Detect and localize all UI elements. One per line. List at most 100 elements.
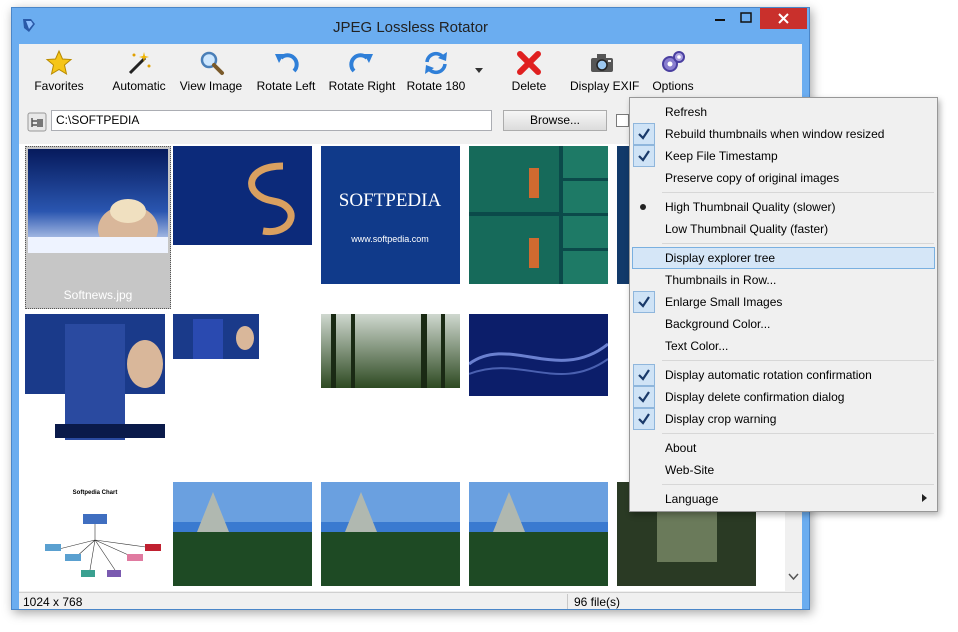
menu-item-preserve-copy[interactable]: Preserve copy of original images: [632, 167, 935, 189]
menu-item-label: Rebuild thumbnails when window resized: [665, 127, 885, 141]
display-exif-button[interactable]: Display EXIF: [570, 47, 640, 95]
maximize-button[interactable]: [733, 8, 759, 29]
rotate-left-label: Rotate Left: [256, 79, 316, 93]
menu-item-label: Display delete confirmation dialog: [665, 390, 845, 404]
rotate-180-button[interactable]: Rotate 180: [403, 47, 469, 95]
menu-item-label: Enlarge Small Images: [665, 295, 783, 309]
thumbnail-image: [469, 314, 608, 396]
thumbnail-image: [25, 314, 165, 450]
thumbnail-cell[interactable]: Softnews.jpg: [25, 146, 171, 309]
menu-separator: [662, 433, 934, 434]
view-image-button[interactable]: View Image: [179, 47, 243, 95]
favorites-label: Favorites: [34, 79, 84, 93]
title-bar[interactable]: JPEG Lossless Rotator: [12, 8, 809, 44]
folder-tree-icon[interactable]: [27, 112, 47, 132]
menu-item-about[interactable]: About: [632, 437, 935, 459]
rotate-180-icon: [425, 51, 447, 75]
menu-separator: [662, 360, 934, 361]
menu-item-delete-confirmation[interactable]: Display delete confirmation dialog: [632, 386, 935, 408]
thumbnail-cell[interactable]: [469, 314, 615, 477]
menu-item-enlarge-small-images[interactable]: Enlarge Small Images: [632, 291, 935, 313]
status-file-count: 96 file(s): [574, 595, 621, 609]
thumbnail-image: [28, 149, 168, 253]
rotate-right-icon: [349, 53, 373, 73]
delete-x-icon: [517, 51, 541, 75]
automatic-button[interactable]: Automatic: [108, 47, 170, 95]
thumbnail-cell[interactable]: [469, 146, 615, 309]
menu-item-crop-warning[interactable]: Display crop warning: [632, 408, 935, 430]
menu-separator: [662, 243, 934, 244]
status-bar: 1024 x 768 96 file(s): [19, 592, 802, 609]
menu-item-thumbnails-in-row[interactable]: Thumbnails in Row...: [632, 269, 935, 291]
menu-item-refresh[interactable]: Refresh: [632, 101, 935, 123]
thumbnail-cell[interactable]: [173, 314, 319, 477]
checkmark-icon: [633, 291, 655, 313]
magic-wand-icon: [128, 52, 151, 75]
view-image-label: View Image: [179, 79, 243, 93]
menu-item-rebuild-thumbnails[interactable]: Rebuild thumbnails when window resized: [632, 123, 935, 145]
menu-separator: [662, 192, 934, 193]
thumbnail-image: [469, 482, 608, 586]
thumbnail-url-text: www.softpedia.com: [350, 234, 429, 244]
menu-item-label: High Thumbnail Quality (slower): [665, 200, 836, 214]
favorites-button[interactable]: Favorites: [29, 47, 89, 95]
path-input[interactable]: C:\SOFTPEDIA: [51, 110, 492, 131]
radio-dot-icon: [640, 204, 646, 210]
rotate-right-button[interactable]: Rotate Right: [327, 47, 397, 95]
minimize-icon: [715, 19, 725, 21]
menu-item-label: Low Thumbnail Quality (faster): [665, 222, 829, 236]
checkmark-icon: [633, 386, 655, 408]
menu-item-auto-rotation-confirmation[interactable]: Display automatic rotation confirmation: [632, 364, 935, 386]
thumbnail-cell[interactable]: [321, 482, 467, 591]
thumbnail-cell[interactable]: [25, 314, 171, 477]
thumbnail-cell[interactable]: Softpedia Chart: [25, 482, 171, 591]
thumbnail-image: [469, 146, 608, 284]
delete-button[interactable]: Delete: [504, 47, 554, 95]
menu-item-label: Language: [665, 492, 719, 506]
menu-item-text-color[interactable]: Text Color...: [632, 335, 935, 357]
camera-icon: [591, 54, 613, 72]
menu-item-label: Refresh: [665, 105, 708, 119]
scroll-down-arrow-icon[interactable]: [785, 568, 802, 585]
thumbnail-cell[interactable]: [173, 146, 319, 309]
status-divider: [567, 594, 568, 609]
menu-item-label: About: [665, 441, 697, 455]
menu-item-background-color[interactable]: Background Color...: [632, 313, 935, 335]
thumbnail-image: [321, 482, 460, 586]
window-title: JPEG Lossless Rotator: [332, 19, 489, 36]
rotate-180-dropdown-arrow-icon[interactable]: [474, 65, 484, 75]
rotate-left-icon: [275, 53, 299, 73]
thumbnail-cell[interactable]: SOFTPEDIA www.softpedia.com: [321, 146, 467, 309]
submenu-arrow-icon: [922, 494, 927, 502]
checkmark-icon: [633, 145, 655, 167]
minimize-button[interactable]: [707, 8, 733, 29]
thumbnail-cell[interactable]: [469, 482, 615, 591]
menu-item-label: Display automatic rotation confirmation: [665, 368, 872, 382]
rotate-180-label: Rotate 180: [406, 79, 466, 93]
menu-item-label: Text Color...: [665, 339, 729, 353]
menu-item-label: Thumbnails in Row...: [665, 273, 777, 287]
explorer-tree-checkbox[interactable]: [616, 114, 629, 127]
thumbnail-logo-text: SOFTPEDIA: [339, 190, 442, 211]
thumbnail-image: [173, 314, 259, 359]
menu-item-high-thumbnail-quality[interactable]: High Thumbnail Quality (slower): [632, 196, 935, 218]
close-button[interactable]: [760, 8, 807, 29]
menu-item-language[interactable]: Language: [632, 488, 935, 510]
thumbnail-chart-title: Softpedia Chart: [73, 490, 118, 496]
rotate-left-button[interactable]: Rotate Left: [252, 47, 320, 95]
thumbnail-image: [617, 146, 629, 284]
thumbnail-cell[interactable]: [173, 482, 319, 591]
browse-button[interactable]: Browse...: [503, 110, 607, 131]
menu-item-label: Keep File Timestamp: [665, 149, 778, 163]
close-icon: [778, 13, 789, 24]
menu-item-web-site[interactable]: Web-Site: [632, 459, 935, 481]
checkmark-icon: [633, 364, 655, 386]
options-button[interactable]: Options: [646, 47, 700, 95]
menu-item-display-explorer-tree[interactable]: Display explorer tree: [632, 247, 935, 269]
thumbnail-image: SOFTPEDIA www.softpedia.com: [321, 146, 460, 284]
gears-icon: [662, 51, 685, 72]
display-exif-label: Display EXIF: [570, 79, 640, 93]
menu-item-keep-file-timestamp[interactable]: Keep File Timestamp: [632, 145, 935, 167]
menu-item-low-thumbnail-quality[interactable]: Low Thumbnail Quality (faster): [632, 218, 935, 240]
thumbnail-cell[interactable]: [321, 314, 467, 477]
